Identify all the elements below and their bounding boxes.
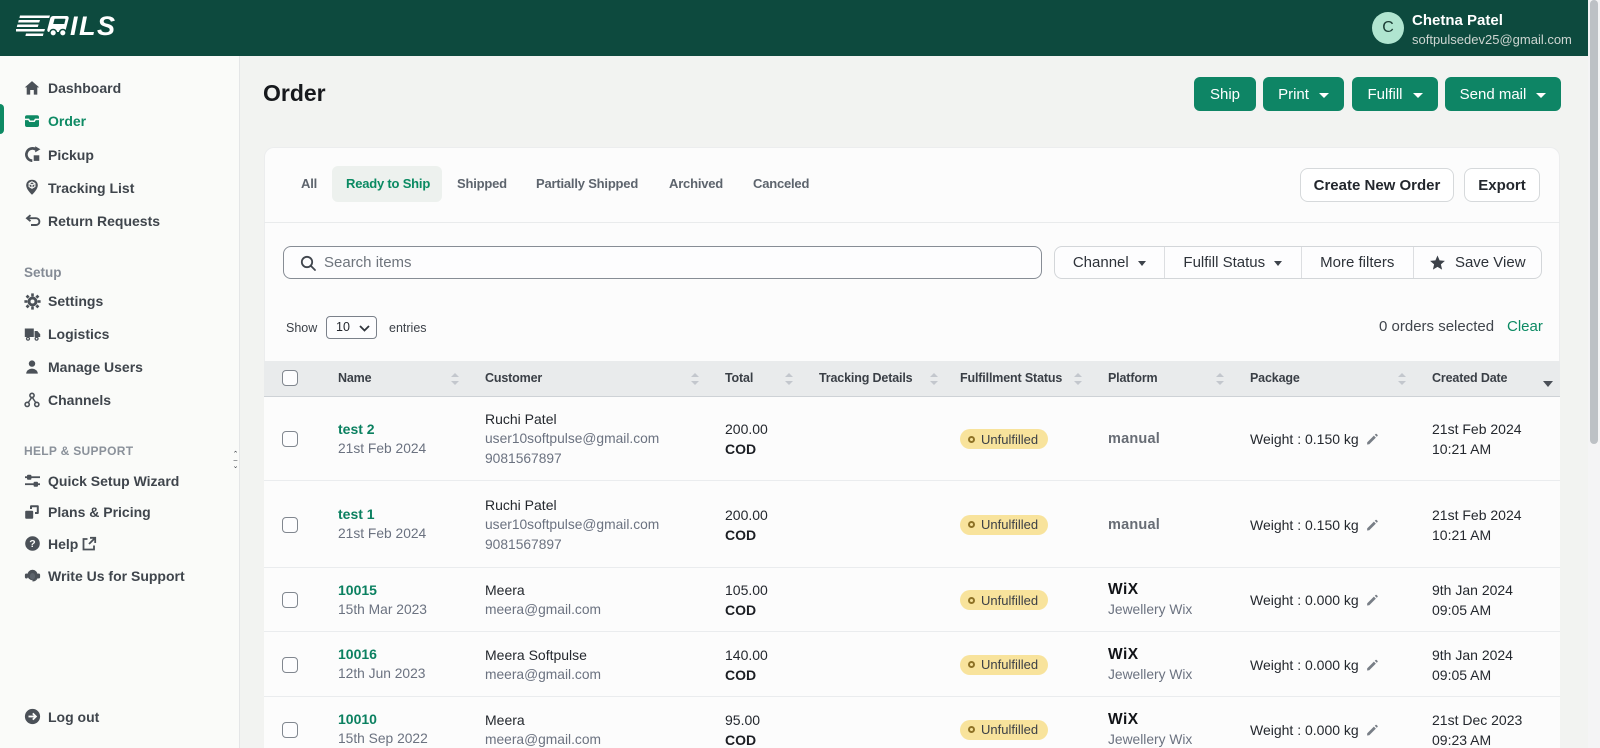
svg-text:?: ? [29, 538, 35, 550]
